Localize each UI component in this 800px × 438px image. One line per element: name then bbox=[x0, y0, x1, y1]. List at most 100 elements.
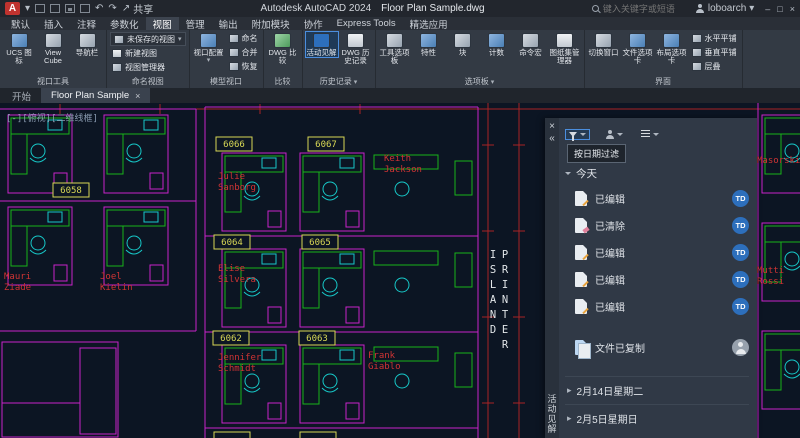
filter-by-user-button[interactable] bbox=[602, 128, 626, 141]
activity-insights-button[interactable]: 活动见解 bbox=[306, 32, 338, 57]
tab-default[interactable]: 默认 bbox=[4, 17, 37, 30]
activity-item[interactable]: 已编辑 TD bbox=[565, 293, 749, 320]
tool-palettes-button[interactable]: 工具选项板 bbox=[379, 32, 411, 66]
tab-annotate[interactable]: 注释 bbox=[70, 17, 103, 30]
panel-history: 活动见解 DWG 历史记录 历史记录 ▾ bbox=[303, 30, 376, 88]
view-manager-button[interactable]: 视图管理器 bbox=[110, 61, 186, 74]
account-menu[interactable]: loboarch ▾ bbox=[696, 3, 754, 14]
join-viewports-button[interactable]: 合并 bbox=[227, 46, 260, 59]
start-tab[interactable]: 开始 bbox=[2, 88, 41, 103]
plot-icon[interactable] bbox=[80, 4, 90, 13]
avatar bbox=[732, 339, 749, 356]
occupant-name: Rossi bbox=[757, 277, 784, 287]
app-menu-dropdown-icon[interactable]: ▾ bbox=[25, 4, 30, 14]
dropdown-icon: ▾ bbox=[354, 78, 358, 86]
undo-icon[interactable]: ↶ bbox=[95, 4, 103, 14]
view-list-dropdown[interactable]: 未保存的视图 ▾ bbox=[110, 32, 186, 46]
edited-doc-icon bbox=[575, 245, 587, 260]
date-group-row[interactable]: ▸ 2月5日星期日 bbox=[565, 404, 749, 432]
autocad-window: A ▾ ↶ ↷ ↗ 共享 Autodesk AutoCAD 2024Floor … bbox=[0, 0, 800, 438]
cascade-button[interactable]: 层叠 bbox=[690, 60, 739, 73]
section-today[interactable]: 今天 bbox=[565, 166, 749, 181]
panel-label-interface[interactable]: 界面 bbox=[585, 76, 742, 88]
activity-item[interactable]: 已编辑 TD bbox=[565, 239, 749, 266]
ucs-icon-button[interactable]: UCS 图标 bbox=[3, 32, 35, 66]
activity-item[interactable]: 已编辑 TD bbox=[565, 185, 749, 212]
erased-doc-icon bbox=[575, 218, 587, 233]
new-file-icon[interactable] bbox=[35, 4, 45, 13]
panel-label-palettes[interactable]: 选项板 ▾ bbox=[376, 76, 584, 88]
search-icon bbox=[592, 5, 599, 12]
tile-vertically-button[interactable]: 垂直平铺 bbox=[690, 46, 739, 59]
filter-by-event-button[interactable] bbox=[638, 128, 662, 140]
file-tabs-toggle-button[interactable]: 文件选项卡 bbox=[622, 32, 654, 66]
minimize-button[interactable]: – bbox=[765, 4, 770, 14]
file-tabs-icon bbox=[629, 33, 646, 48]
redo-icon[interactable]: ↷ bbox=[108, 4, 116, 14]
switch-windows-button[interactable]: 切换窗口 bbox=[588, 32, 620, 57]
activity-item[interactable]: 已清除 TD bbox=[565, 212, 749, 239]
cubicle-pods-left bbox=[8, 115, 168, 285]
viewport-config-button[interactable]: 视口配置 ▾ bbox=[193, 32, 225, 65]
command-macro-button[interactable]: 命令宏 bbox=[515, 32, 547, 57]
named-viewports-button[interactable]: 命名 bbox=[227, 32, 260, 45]
dwg-compare-button[interactable]: DWG 比较 bbox=[267, 32, 299, 66]
close-tab-icon[interactable]: × bbox=[135, 91, 140, 101]
open-file-icon[interactable] bbox=[50, 4, 60, 13]
tab-manage[interactable]: 管理 bbox=[179, 17, 212, 30]
blocks-button[interactable]: 块 bbox=[447, 32, 479, 57]
count-button[interactable]: 计数 bbox=[481, 32, 513, 57]
tab-express-tools[interactable]: Express Tools bbox=[330, 17, 403, 30]
properties-button[interactable]: 特性 bbox=[413, 32, 445, 57]
tab-insert[interactable]: 插入 bbox=[37, 17, 70, 30]
occupant-name: Mutti bbox=[757, 266, 784, 276]
save-icon[interactable] bbox=[65, 4, 75, 13]
window-title: Autodesk AutoCAD 2024Floor Plan Sample.d… bbox=[158, 3, 587, 14]
panel-close-icon[interactable]: × bbox=[549, 121, 555, 133]
ribbon-tab-bar: 默认 插入 注释 参数化 视图 管理 输出 附加模块 协作 Express To… bbox=[0, 17, 800, 30]
activity-item[interactable]: 文件已复制 bbox=[565, 334, 749, 361]
tab-collaborate[interactable]: 协作 bbox=[297, 17, 330, 30]
user-dropdown-icon: ▾ bbox=[749, 4, 754, 14]
panel-label-model-viewports[interactable]: 模型视口 bbox=[190, 76, 263, 88]
tab-addins[interactable]: 附加模块 bbox=[245, 17, 297, 30]
tab-view[interactable]: 视图 bbox=[146, 17, 179, 30]
sheet-set-manager-button[interactable]: 图纸集管理器 bbox=[549, 32, 581, 66]
viewcube-button[interactable]: View Cube bbox=[37, 32, 69, 66]
occupant-name: Silvera bbox=[218, 275, 256, 285]
panel-toolbar bbox=[565, 124, 749, 144]
chevron-right-icon: ▸ bbox=[567, 385, 572, 396]
activity-item[interactable]: 已编辑 TD bbox=[565, 266, 749, 293]
drawing-tab[interactable]: Floor Plan Sample × bbox=[41, 88, 150, 103]
drawing-canvas[interactable]: 6066 6067 6064 6065 6062 6063 6058 Julie… bbox=[0, 103, 800, 438]
occupant-name: Julie bbox=[218, 172, 245, 182]
tab-output[interactable]: 输出 bbox=[212, 17, 245, 30]
panel-label-compare[interactable]: 比较 bbox=[264, 76, 302, 88]
panel-label-history[interactable]: 历史记录 ▾ bbox=[303, 76, 375, 88]
restore-viewports-button[interactable]: 恢复 bbox=[227, 60, 260, 73]
maximize-button[interactable]: □ bbox=[777, 4, 782, 14]
layout-tabs-toggle-button[interactable]: 布局选项卡 bbox=[656, 32, 688, 66]
tile-horizontally-button[interactable]: 水平平铺 bbox=[690, 32, 739, 45]
panel-label-viewport-tools[interactable]: 视口工具 bbox=[0, 76, 106, 88]
switch-windows-icon bbox=[595, 33, 612, 48]
dropdown-icon bbox=[617, 133, 623, 136]
new-view-button[interactable]: 新建视图 bbox=[110, 47, 186, 60]
viewport-controls[interactable]: [-][俯视][二维线框] bbox=[6, 111, 98, 124]
close-button[interactable]: × bbox=[790, 4, 795, 14]
filter-by-date-button[interactable] bbox=[565, 129, 590, 140]
navbar-button[interactable]: 导航栏 bbox=[71, 32, 103, 57]
autocad-logo-icon[interactable]: A bbox=[5, 2, 20, 15]
share-button[interactable]: ↗ 共享 bbox=[122, 1, 153, 16]
occupant-name: Elise bbox=[218, 264, 245, 274]
user-icon bbox=[696, 4, 705, 13]
auto-hide-icon[interactable]: « bbox=[549, 133, 555, 145]
search-input[interactable] bbox=[603, 4, 691, 14]
panel-label-named-views[interactable]: 命名视图 bbox=[107, 76, 189, 88]
dwg-history-button[interactable]: DWG 历史记录 bbox=[340, 32, 372, 66]
panel-title-vertical: 活动见解 bbox=[546, 394, 559, 434]
date-group-row[interactable]: ▸ 2月14日星期二 bbox=[565, 376, 749, 404]
tab-featured-apps[interactable]: 精选应用 bbox=[403, 17, 455, 30]
tab-parametric[interactable]: 参数化 bbox=[103, 17, 146, 30]
help-search[interactable] bbox=[592, 4, 691, 14]
